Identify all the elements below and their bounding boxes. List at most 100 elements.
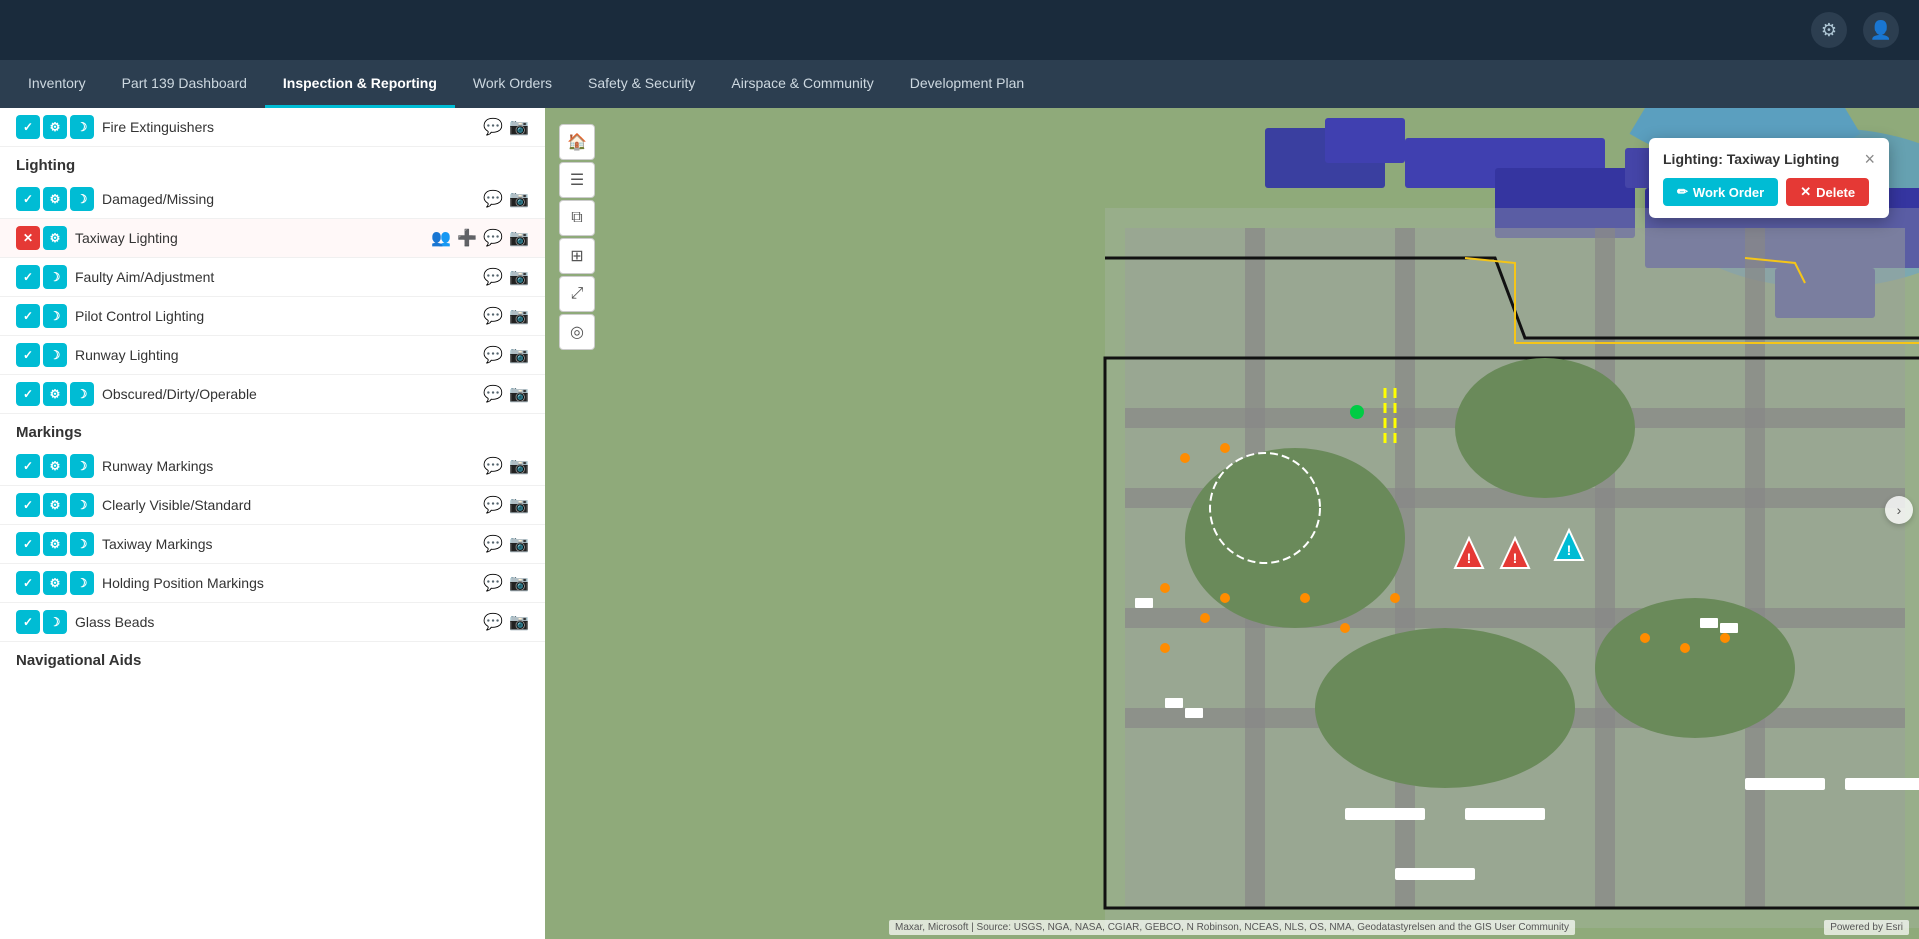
moon-icon: ☽	[70, 532, 94, 556]
camera-icon[interactable]: 📷	[509, 345, 529, 365]
popup-header: Lighting: Taxiway Lighting ×	[1663, 150, 1875, 168]
topbar: ⚙ 👤	[0, 0, 1919, 60]
camera-icon[interactable]: 📷	[509, 612, 529, 632]
camera-icon[interactable]: 📷	[509, 306, 529, 326]
chat-icon[interactable]: 💬	[483, 267, 503, 287]
nav-workorders[interactable]: Work Orders	[455, 60, 570, 108]
check-icon: ✓	[16, 382, 40, 406]
item-actions: 💬 📷	[483, 384, 529, 404]
chat-icon[interactable]: 💬	[483, 534, 503, 554]
nav-safety[interactable]: Safety & Security	[570, 60, 713, 108]
map-area: ! ! ! 🏠 ☰ ⧉ ⊞ ⤢ ◎ Lighting: Taxiway Ligh…	[545, 108, 1919, 939]
item-label: Faulty Aim/Adjustment	[75, 269, 475, 285]
chat-icon[interactable]: 💬	[483, 345, 503, 365]
gear-icon: ⚙	[43, 187, 67, 211]
chat-icon[interactable]: 💬	[483, 456, 503, 476]
home-tool-button[interactable]: 🏠	[559, 124, 595, 160]
compass-tool-button[interactable]: ◎	[559, 314, 595, 350]
nav-airspace[interactable]: Airspace & Community	[713, 60, 891, 108]
list-item: ✓ ☽ Glass Beads 💬 📷	[0, 603, 545, 642]
moon-icon: ☽	[70, 454, 94, 478]
item-icon-group: ✓ ⚙ ☽	[16, 571, 94, 595]
check-icon: ✓	[16, 454, 40, 478]
map-attribution: Maxar, Microsoft | Source: USGS, NGA, NA…	[889, 920, 1575, 935]
scroll-indicator[interactable]: ›	[1885, 496, 1913, 524]
navbar: Inventory Part 139 Dashboard Inspection …	[0, 60, 1919, 108]
item-label: Clearly Visible/Standard	[102, 497, 475, 513]
chat-icon[interactable]: 💬	[483, 573, 503, 593]
item-label: Holding Position Markings	[102, 575, 475, 591]
layers-tool-button[interactable]: ⧉	[559, 200, 595, 236]
moon-icon: ☽	[70, 571, 94, 595]
item-icon-group: ✓ ☽	[16, 610, 67, 634]
item-label: Taxiway Lighting	[75, 230, 423, 246]
gear-icon: ⚙	[1821, 20, 1837, 41]
camera-icon[interactable]: 📷	[509, 117, 529, 137]
nav-inventory[interactable]: Inventory	[10, 60, 104, 108]
item-icon-group: ✓ ☽	[16, 304, 67, 328]
item-actions: 💬 📷	[483, 456, 529, 476]
nav-inspection[interactable]: Inspection & Reporting	[265, 60, 455, 108]
check-icon: ✓	[16, 343, 40, 367]
check-icon: ✓	[16, 115, 40, 139]
chat-icon[interactable]: 💬	[483, 306, 503, 326]
item-icon-group: ✓ ⚙ ☽	[16, 382, 94, 406]
nav-development[interactable]: Development Plan	[892, 60, 1042, 108]
popup-panel: Lighting: Taxiway Lighting × ✏ Work Orde…	[1649, 138, 1889, 218]
add-person-icon[interactable]: ➕	[457, 228, 477, 248]
camera-icon[interactable]: 📷	[509, 267, 529, 287]
camera-icon[interactable]: 📷	[509, 384, 529, 404]
list-item: ✓ ⚙ ☽ Taxiway Markings 💬 📷	[0, 525, 545, 564]
item-label: Obscured/Dirty/Operable	[102, 386, 475, 402]
popup-close-button[interactable]: ×	[1864, 150, 1875, 168]
left-panel: ✓ ⚙ ☽ Fire Extinguishers 💬 📷 Lighting ✓ …	[0, 108, 545, 939]
settings-button[interactable]: ⚙	[1811, 12, 1847, 48]
check-icon: ✓	[16, 265, 40, 289]
chat-icon[interactable]: 💬	[483, 189, 503, 209]
nav-part139[interactable]: Part 139 Dashboard	[104, 60, 265, 108]
item-actions: 💬 📷	[483, 267, 529, 287]
item-label: Runway Lighting	[75, 347, 475, 363]
grid-tool-button[interactable]: ⊞	[559, 238, 595, 274]
item-actions: 💬 📷	[483, 117, 529, 137]
moon-icon: ☽	[43, 265, 67, 289]
list-tool-button[interactable]: ☰	[559, 162, 595, 198]
camera-icon[interactable]: 📷	[509, 228, 529, 248]
chat-icon[interactable]: 💬	[483, 495, 503, 515]
moon-icon: ☽	[70, 493, 94, 517]
assign-icon[interactable]: 👥	[431, 228, 451, 248]
check-icon: ✓	[16, 493, 40, 517]
item-label: Taxiway Markings	[102, 536, 475, 552]
item-icon-group: ✓ ☽	[16, 343, 67, 367]
camera-icon[interactable]: 📷	[509, 189, 529, 209]
camera-icon[interactable]: 📷	[509, 534, 529, 554]
gear-icon: ⚙	[43, 454, 67, 478]
chat-icon[interactable]: 💬	[483, 384, 503, 404]
delete-button[interactable]: ✕ Delete	[1786, 178, 1869, 206]
item-actions: 💬 📷	[483, 573, 529, 593]
user-button[interactable]: 👤	[1863, 12, 1899, 48]
list-item: ✓ ⚙ ☽ Fire Extinguishers 💬 📷	[0, 108, 545, 147]
delete-label: Delete	[1816, 185, 1855, 200]
gear-icon: ⚙	[43, 571, 67, 595]
gear-icon: ⚙	[43, 115, 67, 139]
item-icon-group: ✓ ⚙ ☽	[16, 187, 94, 211]
camera-icon[interactable]: 📷	[509, 495, 529, 515]
item-label: Damaged/Missing	[102, 191, 475, 207]
list-item: ✓ ⚙ ☽ Obscured/Dirty/Operable 💬 📷	[0, 375, 545, 414]
chat-icon[interactable]: 💬	[483, 117, 503, 137]
list-item: ✓ ⚙ ☽ Clearly Visible/Standard 💬 📷	[0, 486, 545, 525]
chat-icon[interactable]: 💬	[483, 612, 503, 632]
item-icon-group: ✓ ⚙ ☽	[16, 532, 94, 556]
moon-icon: ☽	[43, 304, 67, 328]
work-order-button[interactable]: ✏ Work Order	[1663, 178, 1778, 206]
camera-icon[interactable]: 📷	[509, 573, 529, 593]
camera-icon[interactable]: 📷	[509, 456, 529, 476]
x-icon: ✕	[16, 226, 40, 250]
main-content: ✓ ⚙ ☽ Fire Extinguishers 💬 📷 Lighting ✓ …	[0, 108, 1919, 939]
chat-icon[interactable]: 💬	[483, 228, 503, 248]
fullscreen-tool-button[interactable]: ⤢	[559, 276, 595, 312]
map-background: ! ! !	[545, 108, 1919, 939]
section-heading-lighting: Lighting	[0, 147, 545, 180]
list-item: ✓ ☽ Pilot Control Lighting 💬 📷	[0, 297, 545, 336]
